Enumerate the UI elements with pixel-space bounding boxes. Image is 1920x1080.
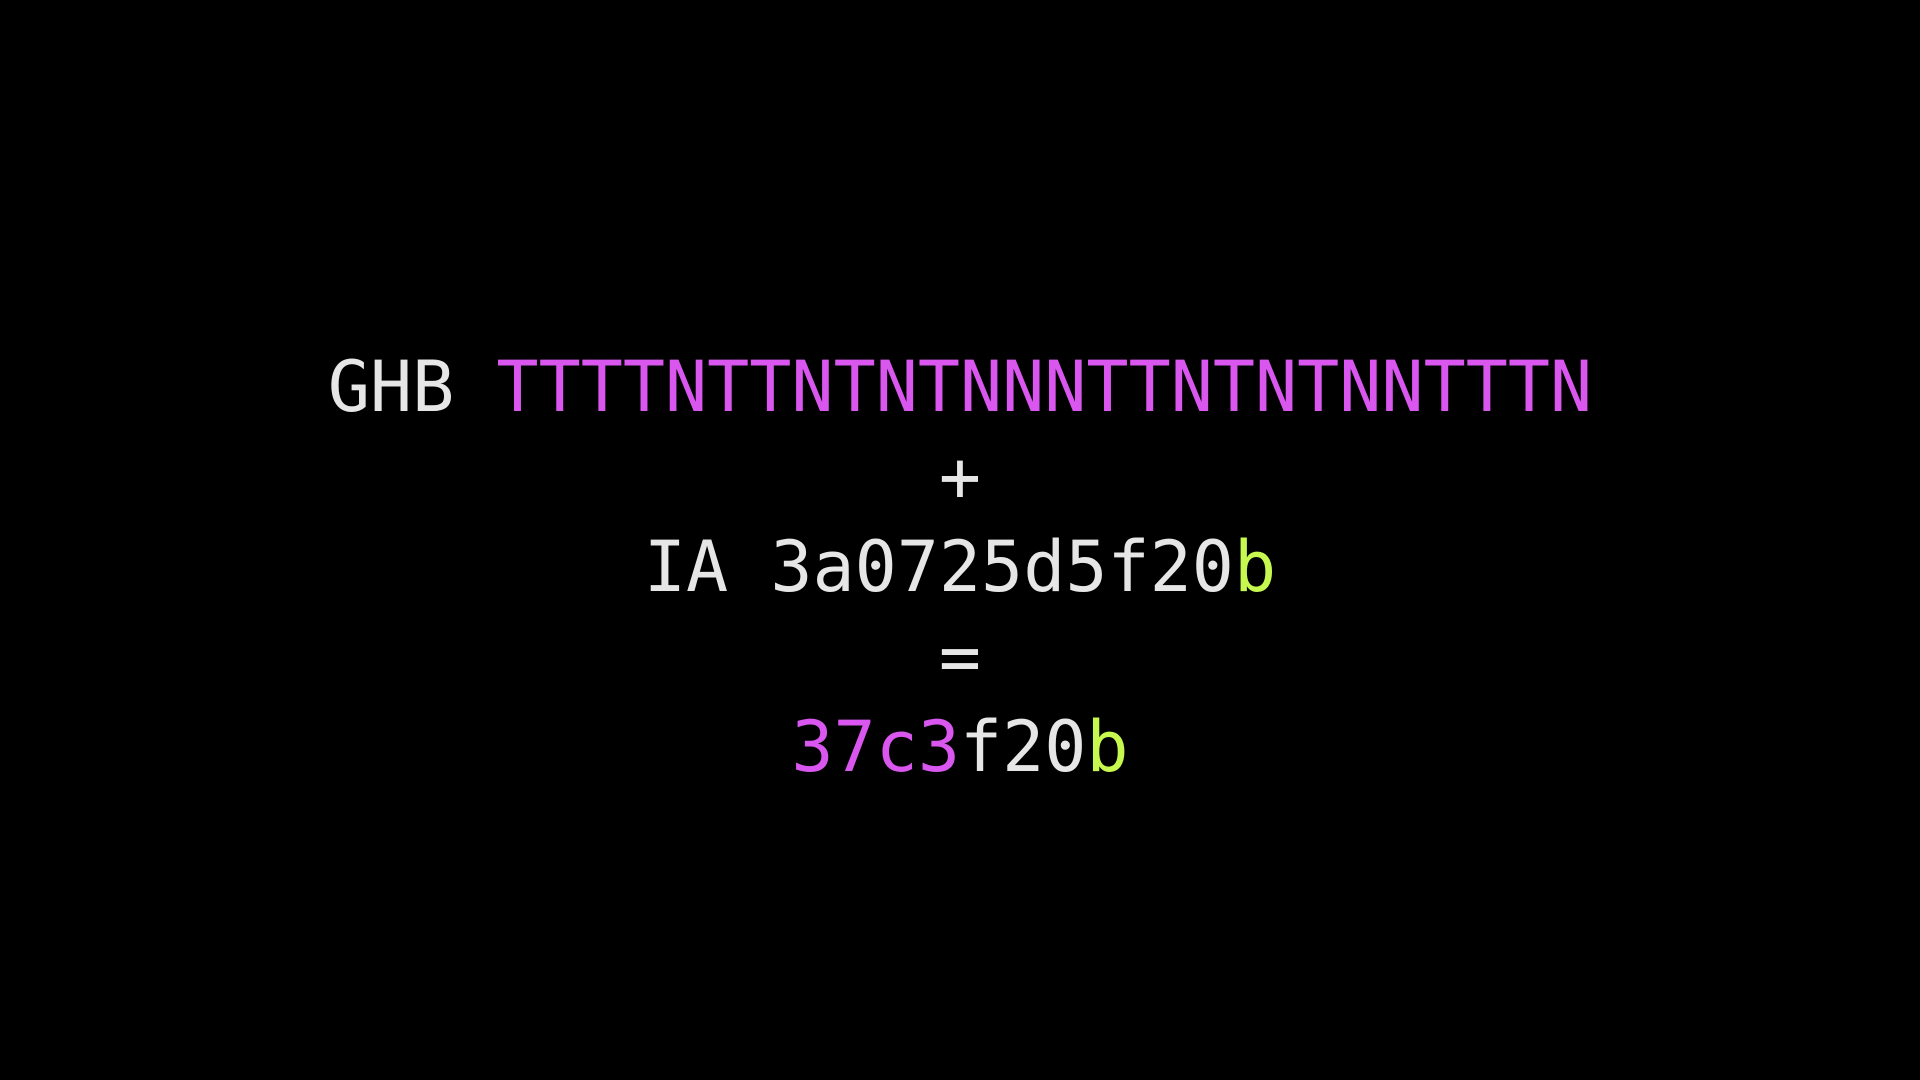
result-highlight: b: [1086, 706, 1129, 788]
result-line: 37c3f20b: [0, 702, 1920, 792]
equals-sign: =: [938, 616, 982, 698]
ia-label: IA: [643, 526, 771, 608]
plus-sign: +: [938, 436, 982, 518]
result-middle: f20: [959, 706, 1087, 788]
plus-operator: +: [0, 432, 1920, 522]
ia-line: IA 3a0725d5f20b: [0, 522, 1920, 612]
equals-operator: =: [0, 612, 1920, 702]
ghb-line: GHB TTTTNTTNTNTNNNTTNTNTNNTTTN: [0, 342, 1920, 432]
equation-display: GHB TTTTNTTNTNTNNNTTNTNTNNTTTN + IA 3a07…: [0, 0, 1920, 1080]
ghb-label: GHB: [327, 346, 497, 428]
ghb-code: TTTTNTTNTNTNNNTTNTNTNNTTTN: [496, 346, 1593, 428]
ia-hash-highlight: b: [1233, 526, 1277, 608]
ia-hash: 3a0725d5f20: [770, 526, 1234, 608]
result-prefix: 37c3: [791, 706, 960, 788]
